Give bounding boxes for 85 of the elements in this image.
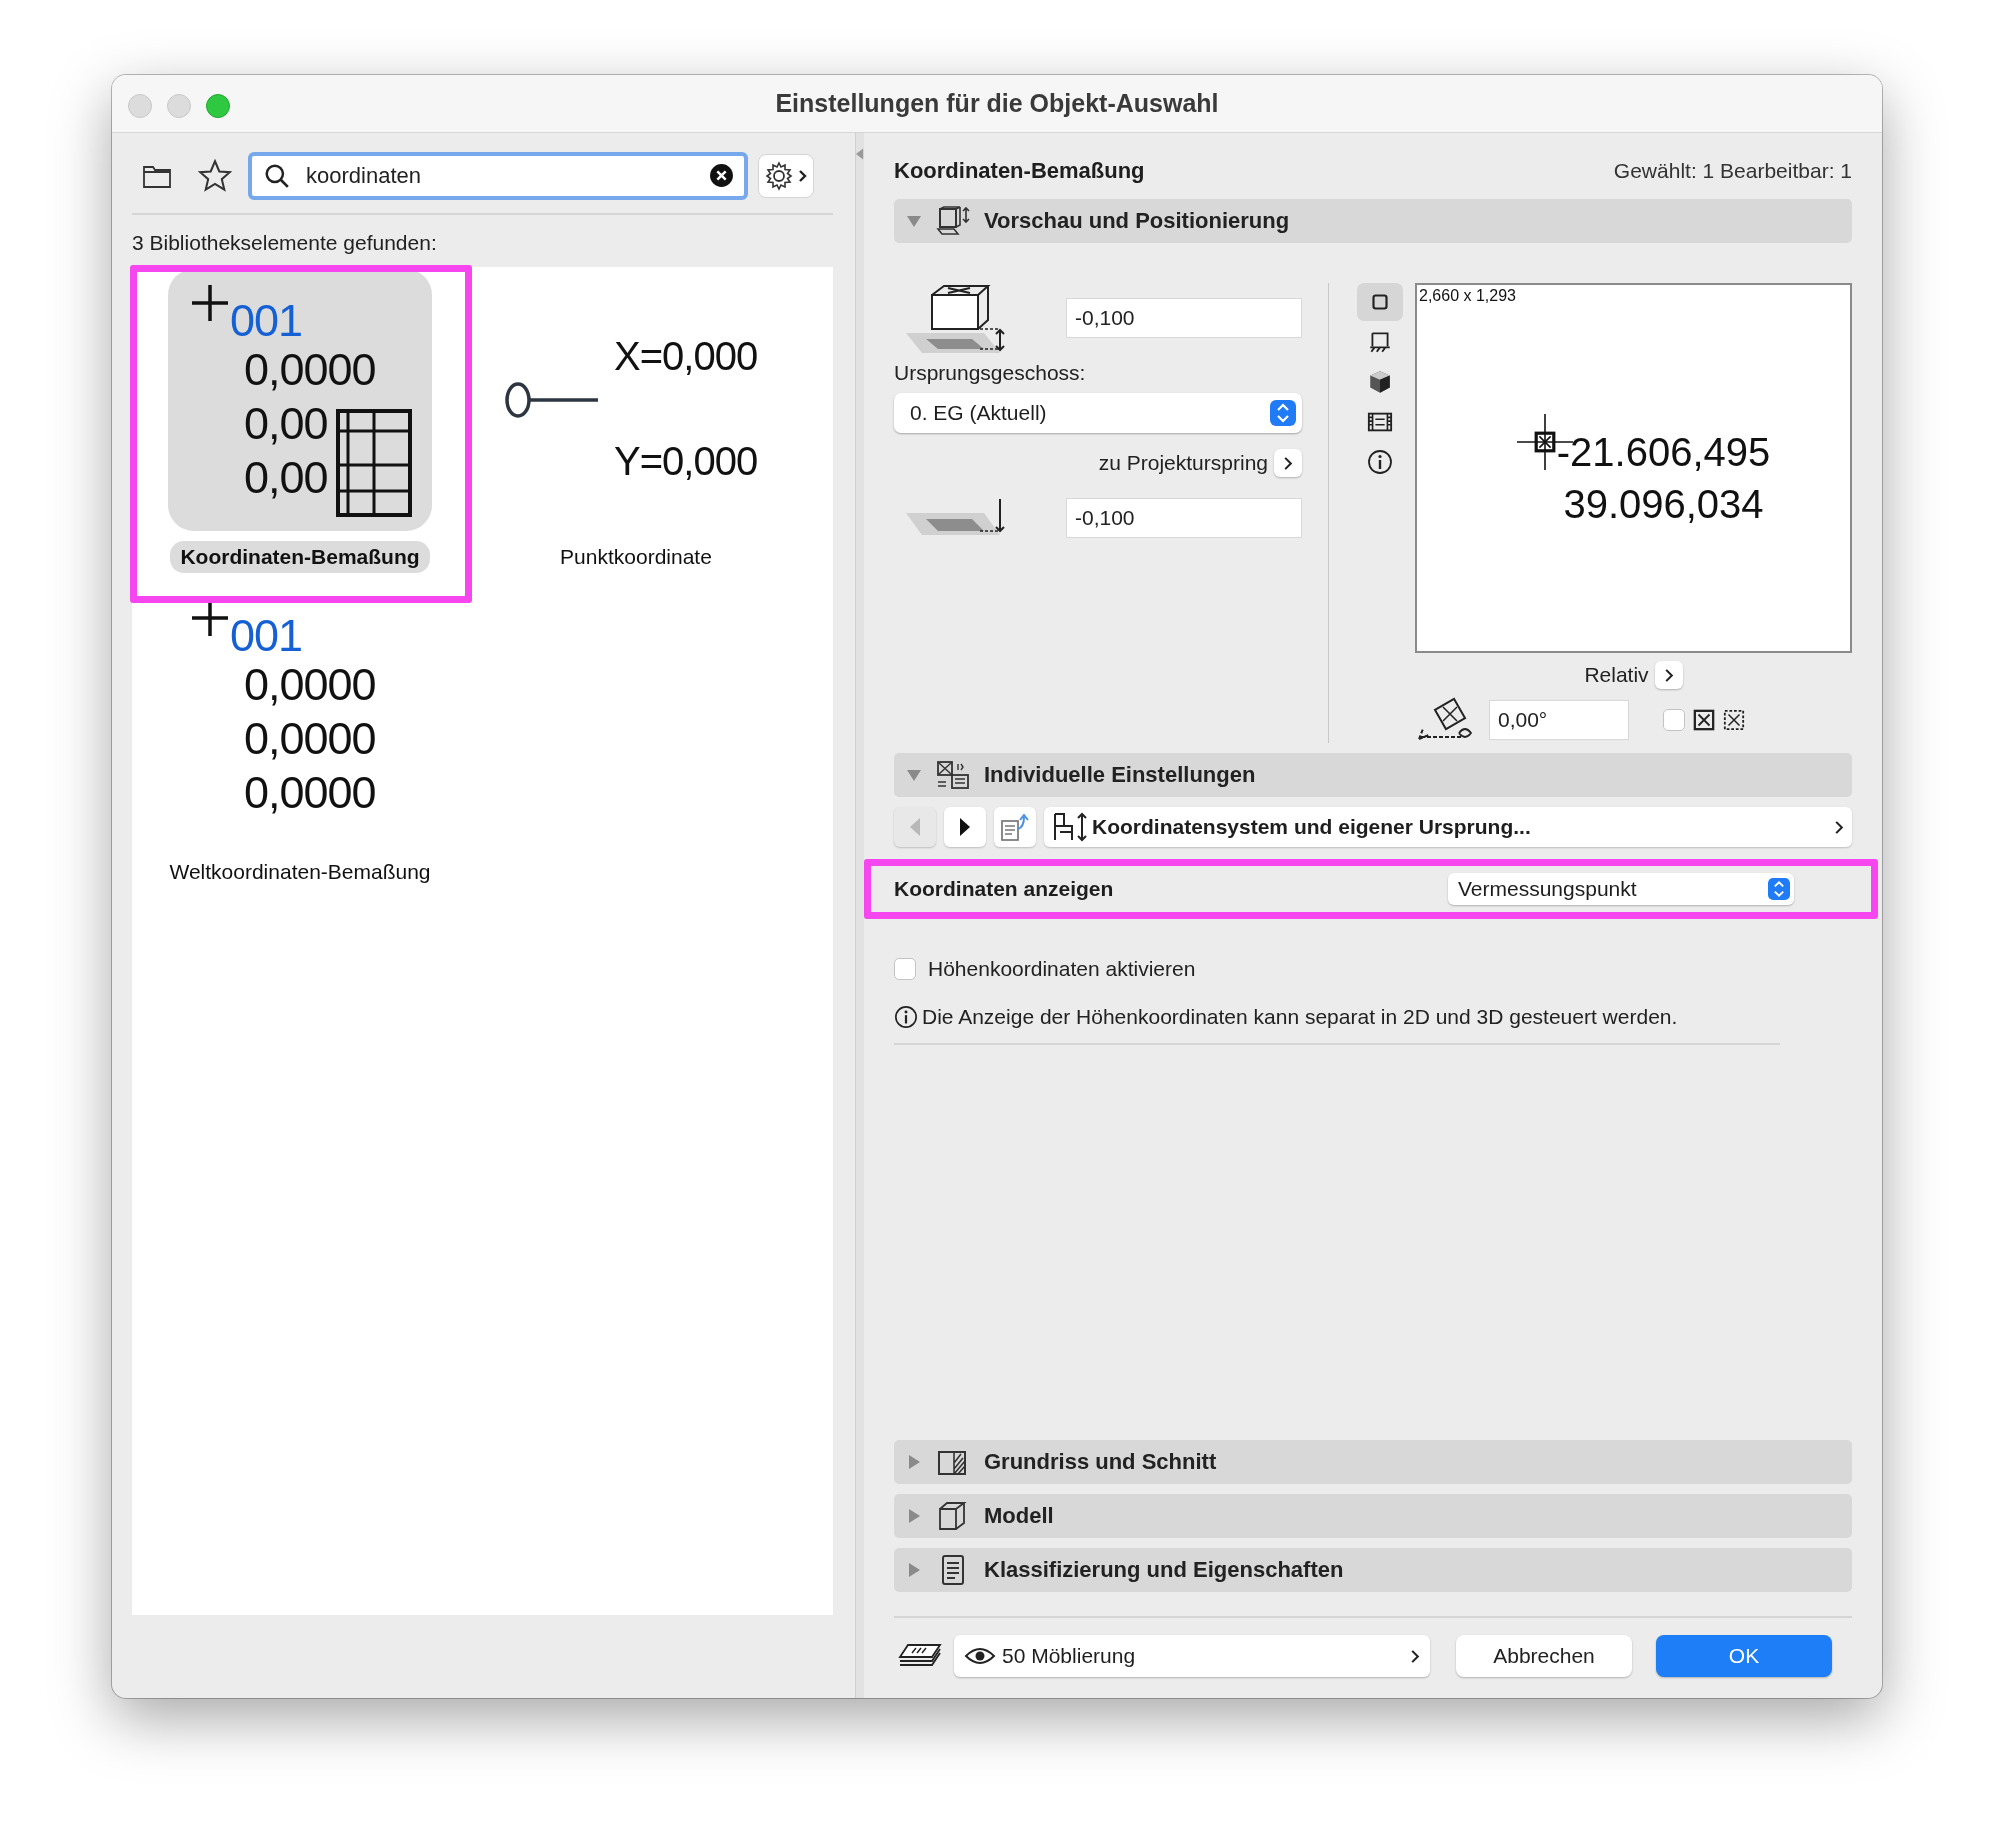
eye-icon — [964, 1646, 996, 1666]
relative-label: Relativ — [1584, 663, 1649, 687]
section-header[interactable]: Klassifizierung und Eigenschaften — [894, 1548, 1852, 1592]
preview-coordinate: 0,0000 — [244, 343, 376, 397]
section-title: Modell — [984, 1503, 1054, 1529]
info-icon — [894, 1005, 918, 1029]
zoom-window-button[interactable] — [206, 94, 230, 118]
settings-button[interactable] — [758, 154, 814, 198]
stepper-icon — [1270, 400, 1296, 426]
result-count: 3 Bibliothekselemente gefunden: — [132, 231, 438, 255]
offset-field[interactable]: -0,100 — [1066, 498, 1302, 538]
y-coordinate: 39.096,034 — [1563, 481, 1764, 528]
chevron-icon — [1663, 667, 1674, 683]
option-label: Koordinaten anzeigen — [894, 877, 1114, 901]
x-coordinate: -21.606,495 — [1556, 429, 1771, 476]
search-icon — [264, 163, 290, 189]
origin-story-dropdown[interactable]: 0. EG (Aktuell) — [894, 393, 1302, 433]
preview-size: 2,660 x 1,293 — [1419, 287, 1516, 305]
info-text: Die Anzeige der Höhenkoordinaten kann separat in 2D und 3D gesteuert werden. — [922, 1005, 1678, 1029]
item-name: Weltkoordinaten-Bemaßung — [168, 859, 432, 885]
mirror-checkbox[interactable] — [1663, 709, 1685, 731]
chevron-icon — [1410, 1648, 1420, 1664]
layer-dropdown[interactable]: 50 Möblierung — [954, 1635, 1430, 1677]
section-header[interactable]: Individuelle Einstellungen — [894, 753, 1852, 797]
relative-button[interactable] — [1654, 661, 1683, 689]
settings-icon — [764, 161, 808, 191]
star-icon[interactable] — [198, 159, 232, 193]
rotation-angle-icon — [1415, 697, 1475, 743]
floor-plan-view-button[interactable] — [1357, 283, 1403, 321]
search-field[interactable]: koordinaten — [248, 152, 748, 200]
checkbox[interactable] — [894, 958, 916, 980]
preview-coordinate: 0,0000 — [244, 658, 376, 712]
clear-search-icon[interactable] — [709, 163, 734, 188]
chair-arrow-icon — [1052, 812, 1088, 842]
preview-coordinate: Y=0,000 — [614, 439, 758, 484]
info-icon — [1367, 449, 1393, 475]
stepper-icon — [1768, 878, 1790, 900]
ok-button[interactable]: OK — [1656, 1635, 1832, 1677]
object-title: Koordinaten-Bemaßung — [894, 158, 1145, 184]
angle-field[interactable]: 0,00° — [1489, 700, 1629, 740]
offset-field[interactable]: -0,100 — [1066, 298, 1302, 338]
origin-story-label: Ursprungsgeschoss: — [894, 361, 1087, 385]
settings-list-icon — [936, 760, 970, 790]
next-page-button[interactable] — [944, 807, 986, 847]
item-name: Punktkoordinate — [559, 544, 713, 570]
preview-position-icon — [936, 206, 970, 236]
grid-icon — [336, 409, 412, 517]
library-item[interactable]: 001 0,0000 0,00 0,00 Koordinaten-Bemaßung — [132, 269, 468, 584]
document-arrow-icon — [1000, 813, 1030, 841]
point-marker-icon — [504, 380, 600, 420]
library-item[interactable]: X=0,000 Y=0,000 Punktkoordinate — [468, 269, 804, 584]
preview-coordinate: 0,00 — [244, 397, 329, 451]
checkbox-label: Höhenkoordinaten aktivieren — [928, 957, 1196, 981]
preview-coordinate: 0,0000 — [244, 712, 376, 766]
selection-info: Gewählt: 1 Bearbeitbar: 1 — [1613, 159, 1852, 183]
left-triangle-icon — [908, 817, 922, 837]
preview-index: 001 — [230, 299, 304, 343]
preview-coordinate: 0,00 — [244, 451, 329, 505]
section-icon — [1367, 329, 1393, 355]
right-triangle-icon — [958, 817, 972, 837]
preview-index: 001 — [230, 614, 304, 658]
display-dropdown[interactable]: Vermessungspunkt — [1448, 873, 1794, 905]
crossed-box-icon[interactable] — [1693, 709, 1715, 731]
chevron-icon — [1283, 455, 1293, 471]
cube-icon — [1367, 369, 1393, 395]
section-header[interactable]: Vorschau und Positionierung — [894, 199, 1852, 243]
item-name: Koordinaten-Bemaßung — [170, 541, 430, 573]
library-item[interactable]: 001 0,0000 0,0000 0,0000 Weltkoordinaten-Bemaßung — [132, 584, 468, 899]
crosshair-icon — [190, 283, 230, 323]
window-title: Einstellungen für die Objekt-Auswahl — [775, 89, 1219, 118]
section-header[interactable]: Modell — [894, 1494, 1852, 1538]
section-title: Individuelle Einstellungen — [984, 762, 1256, 788]
project-origin-button[interactable] — [1274, 449, 1302, 477]
preview-coordinate: 0,0000 — [244, 766, 376, 820]
section-title: Vorschau und Positionierung — [984, 208, 1290, 234]
section-title: Klassifizierung und Eigenschaften — [984, 1557, 1344, 1583]
section-title: Grundriss und Schnitt — [984, 1449, 1217, 1475]
section-header[interactable]: Grundriss und Schnitt — [894, 1440, 1852, 1484]
project-origin-label: zu Projekturspring — [1098, 451, 1268, 475]
chevron-icon — [1834, 819, 1844, 835]
preview-coordinate: X=0,000 — [614, 334, 758, 379]
page-list-button[interactable] — [994, 807, 1036, 847]
dashed-crossed-box-icon[interactable] — [1723, 709, 1745, 731]
page-dropdown[interactable]: Koordinatensystem und eigener Ursprung... — [1044, 807, 1852, 847]
cancel-button[interactable]: Abbrechen — [1456, 1635, 1632, 1677]
